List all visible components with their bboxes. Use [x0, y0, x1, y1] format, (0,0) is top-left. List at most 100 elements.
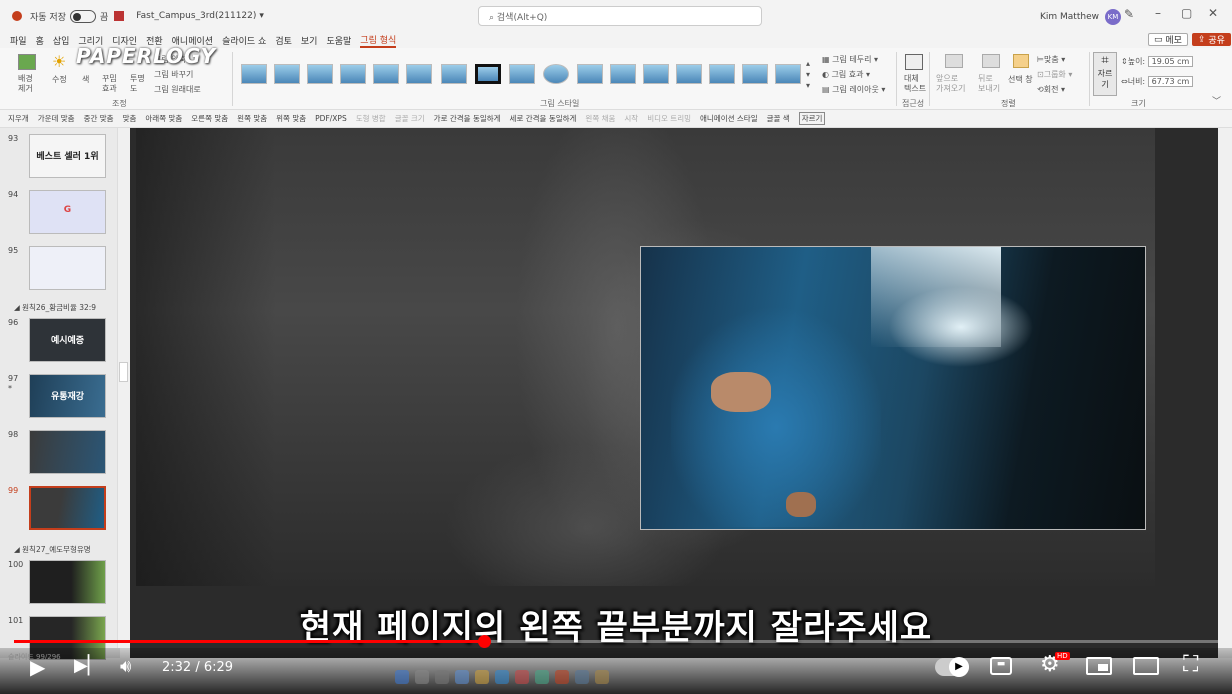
slide-thumbnail[interactable]: [29, 560, 106, 604]
qbar-start[interactable]: 시작: [624, 113, 638, 124]
slide-thumbnail[interactable]: G: [29, 190, 106, 234]
save-icon[interactable]: [114, 11, 125, 21]
slide-thumbnail[interactable]: [29, 246, 106, 290]
picture-style-2[interactable]: [274, 64, 300, 84]
crop-button[interactable]: ⌗ 자르기: [1093, 52, 1117, 96]
send-backward-icon[interactable]: [982, 54, 1000, 68]
search-input[interactable]: ⌕ 검색(Alt+Q): [478, 6, 762, 26]
thumbnail-scroll-thumb[interactable]: [119, 362, 128, 382]
subtitles-icon[interactable]: ▬: [990, 657, 1012, 675]
qbar-align-center[interactable]: 가운데 맞춤: [38, 113, 75, 124]
qbar-pdf-xps[interactable]: PDF/XPS: [315, 114, 347, 123]
picture-layout-button[interactable]: ▤ 그림 레이아웃 ▾: [822, 84, 885, 95]
slide-thumbnail[interactable]: 유통재강: [29, 374, 106, 418]
tab-insert[interactable]: 삽입: [53, 34, 70, 47]
alt-text-icon[interactable]: [905, 54, 923, 70]
height-field[interactable]: ⇕높이: 19.05 cm: [1121, 56, 1194, 67]
qbar-font-color[interactable]: 글꼴 색: [767, 113, 790, 124]
change-picture-button[interactable]: 그림 바꾸기: [154, 69, 193, 80]
volume-icon[interactable]: 🔊︎: [120, 656, 131, 677]
transparency-button[interactable]: 투명 도: [130, 74, 145, 94]
document-title[interactable]: Fast_Campus_3rd(211122): [136, 11, 256, 21]
qbar-merge-shapes[interactable]: 도형 병합: [356, 113, 386, 124]
qbar-eraser[interactable]: 지우개: [8, 113, 29, 124]
picture-style-1[interactable]: [241, 64, 267, 84]
picture-effects-button[interactable]: ◐ 그림 효과 ▾: [822, 69, 870, 80]
slide-thumbnail-selected[interactable]: [29, 486, 106, 530]
reset-picture-button[interactable]: 그림 원래대로: [154, 84, 201, 95]
qbar-align-right[interactable]: 오른쪽 맞춤: [191, 113, 228, 124]
qbar-trim-video[interactable]: 비디오 트리밍: [647, 113, 691, 124]
artistic-effects-button[interactable]: 꾸밈 효과: [102, 74, 117, 94]
miniplayer-icon[interactable]: [1086, 657, 1112, 675]
picture-style-12[interactable]: [610, 64, 636, 84]
picture-style-14[interactable]: [676, 64, 702, 84]
autosave-toggle[interactable]: [69, 9, 96, 23]
picture-style-8[interactable]: [475, 64, 501, 84]
slide-thumbnail[interactable]: 베스트 셀러 1위: [29, 134, 106, 178]
qbar-align-left[interactable]: 왼쪽 맞춤: [237, 113, 267, 124]
bring-forward-button[interactable]: 앞으로 가져오기: [936, 74, 965, 94]
styles-scroll-icon[interactable]: ▴ ▾ ▾: [806, 58, 810, 91]
picture-border-button[interactable]: ▦ 그림 테두리 ▾: [822, 54, 878, 65]
next-icon[interactable]: ▶▏: [74, 655, 102, 676]
tab-home[interactable]: 홈: [36, 34, 44, 47]
width-value[interactable]: 67.73 cm: [1147, 76, 1194, 87]
chevron-down-icon[interactable]: ▾: [259, 11, 264, 21]
picture-style-3[interactable]: [307, 64, 333, 84]
avatar[interactable]: KM: [1104, 9, 1121, 25]
close-icon[interactable]: ✕: [1208, 6, 1218, 20]
minimize-icon[interactable]: –: [1155, 6, 1161, 20]
rotate-button[interactable]: ⟲회전 ▾: [1037, 84, 1065, 95]
alt-text-button[interactable]: 대체 텍스트: [904, 74, 926, 94]
tab-slideshow[interactable]: 슬라이드 쇼: [222, 34, 266, 47]
brightness-icon[interactable]: ☀: [52, 52, 66, 71]
tab-review[interactable]: 검토: [275, 34, 292, 47]
tab-view[interactable]: 보기: [301, 34, 318, 47]
tab-file[interactable]: 파일: [10, 34, 27, 47]
align-button[interactable]: ⊨맞춤 ▾: [1037, 54, 1065, 65]
picture-style-7[interactable]: [441, 64, 467, 84]
qbar-align-top[interactable]: 위쪽 맞춤: [276, 113, 306, 124]
autoplay-toggle[interactable]: ▶: [935, 657, 969, 677]
picture-style-4[interactable]: [340, 64, 366, 84]
section-header[interactable]: ◢ 원칙27_예도무형유명: [14, 544, 91, 555]
qbar-align-bottom[interactable]: 아래쪽 맞춤: [145, 113, 182, 124]
selected-picture[interactable]: [640, 246, 1146, 530]
restore-icon[interactable]: ▢: [1181, 6, 1192, 20]
qbar-font-size[interactable]: 글꼴 크기: [395, 113, 425, 124]
share-button[interactable]: ⇪ 공유: [1191, 33, 1231, 46]
group-button[interactable]: ⊡그룹화 ▾: [1037, 69, 1072, 80]
remove-background-icon[interactable]: [18, 54, 36, 70]
picture-style-11[interactable]: [577, 64, 603, 84]
height-value[interactable]: 19.05 cm: [1147, 56, 1194, 67]
slide-thumbnail[interactable]: 예시예증: [29, 318, 106, 362]
thumbnail-scrollbar[interactable]: [117, 128, 130, 648]
picture-style-10[interactable]: [543, 64, 569, 84]
width-field[interactable]: ⇔너비: 67.73 cm: [1121, 76, 1194, 87]
progress-scrubber[interactable]: [477, 635, 491, 648]
color-button[interactable]: 색: [82, 74, 89, 85]
fullscreen-icon[interactable]: ⛶: [1183, 652, 1198, 677]
slide-thumbnail[interactable]: [29, 430, 106, 474]
vertical-scrollbar[interactable]: [1218, 128, 1232, 658]
qbar-distribute-vertical[interactable]: 세로 간격을 동일하게: [510, 113, 577, 124]
picture-style-5[interactable]: [373, 64, 399, 84]
theater-mode-icon[interactable]: [1133, 657, 1159, 675]
picture-style-17[interactable]: [775, 64, 801, 84]
play-icon[interactable]: ▶: [30, 655, 45, 679]
picture-style-6[interactable]: [406, 64, 432, 84]
remove-background-button[interactable]: 배경 제거: [18, 74, 33, 94]
selection-pane-icon[interactable]: [1013, 54, 1029, 68]
bring-forward-icon[interactable]: [945, 54, 963, 68]
collapse-ribbon-icon[interactable]: ﹀: [1212, 94, 1221, 107]
qbar-crop[interactable]: 자르기: [798, 112, 826, 125]
corrections-button[interactable]: 수정: [52, 74, 67, 85]
qbar-left-fill[interactable]: 왼쪽 채움: [585, 113, 615, 124]
picture-style-16[interactable]: [742, 64, 768, 84]
picture-style-15[interactable]: [709, 64, 735, 84]
qbar-animation-styles[interactable]: 애니메이션 스타일: [700, 113, 758, 124]
pen-icon[interactable]: ✎: [1124, 7, 1134, 21]
user-name[interactable]: Kim Matthew: [1040, 12, 1099, 22]
picture-style-9[interactable]: [509, 64, 535, 84]
